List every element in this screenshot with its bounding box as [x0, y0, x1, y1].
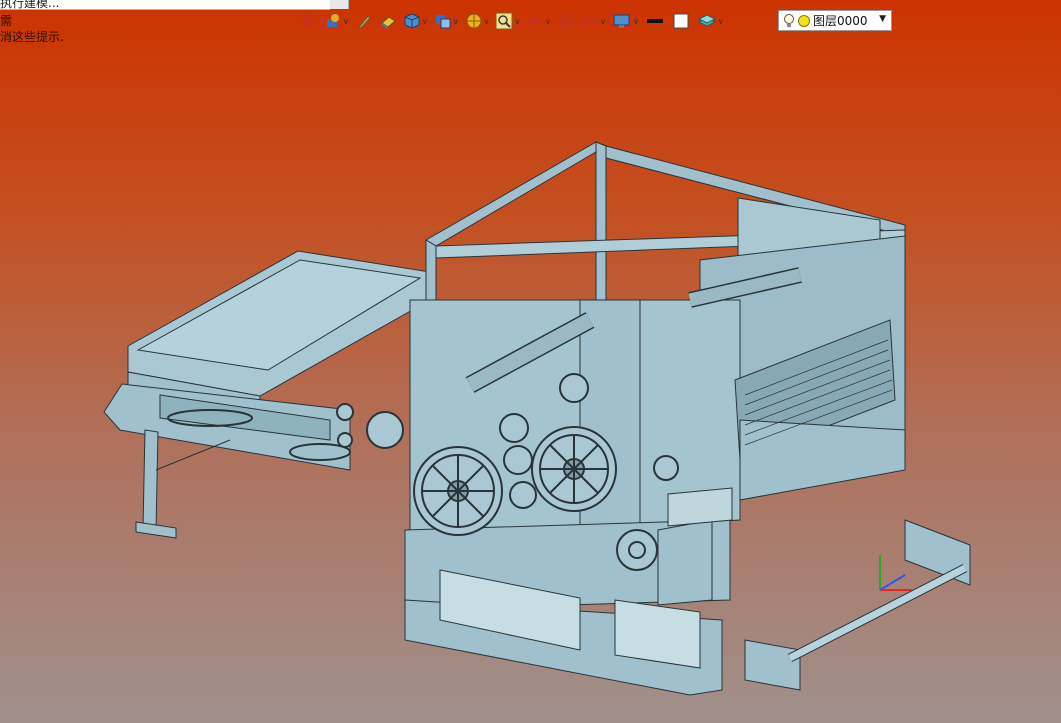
layer-manager-button[interactable]: ∨ [695, 10, 726, 32]
render-style-icon [466, 13, 482, 29]
chevron-down-icon: ∨ [633, 16, 639, 26]
zoom-button[interactable]: ∨ [493, 10, 522, 32]
measure-icon [583, 14, 597, 28]
chevron-down-icon: ∨ [483, 16, 490, 26]
sketch-tools-button[interactable]: ∨ [322, 10, 351, 32]
line-color-icon [646, 19, 663, 23]
exit-sketch-icon [300, 14, 315, 28]
cube-view-icon [404, 13, 420, 29]
hint-line-1: 需 [0, 14, 13, 28]
chevron-down-icon: ∨ [545, 16, 552, 26]
lightbulb-icon[interactable] [783, 13, 795, 29]
eraser-button[interactable] [377, 10, 399, 32]
display-settings-icon [613, 14, 630, 28]
hint-line-2: 消这些提示. [0, 30, 64, 44]
view-orientation-button[interactable]: ∨ [432, 10, 461, 32]
line-color-button[interactable] [643, 10, 667, 32]
view-orientation-icon [435, 15, 451, 29]
eraser-icon [381, 16, 396, 29]
zoom-icon [495, 12, 513, 30]
layer-select[interactable]: 图层0000 ▼ [778, 10, 892, 31]
render-style-button[interactable]: ∨ [463, 10, 492, 32]
section-icon [559, 14, 573, 28]
chevron-down-icon: ∨ [343, 16, 349, 26]
window-title: 执行建模... [0, 0, 60, 10]
dropdown-arrow-icon[interactable]: ▼ [879, 14, 886, 24]
view-toolbar: ∨ ∨ ∨ ∨ ∨ ∨ ∨ ∨ ∨ [296, 9, 726, 33]
layer-status-icon[interactable] [797, 14, 811, 28]
chevron-down-icon: ∨ [514, 16, 521, 26]
measure-button[interactable]: ∨ [579, 10, 608, 32]
chevron-down-icon: ∨ [421, 16, 428, 26]
layer-manager-icon [697, 14, 716, 27]
fill-color-icon [673, 13, 689, 29]
snap-button[interactable]: ∨ [524, 10, 553, 32]
exit-sketch-button[interactable] [296, 10, 320, 32]
chevron-down-icon: ∨ [717, 16, 724, 26]
display-settings-button[interactable]: ∨ [610, 10, 641, 32]
machine-3d-model[interactable] [0, 0, 1061, 723]
pen-button[interactable] [353, 10, 375, 32]
fill-color-button[interactable] [669, 10, 693, 32]
layer-select-value: 图层0000 [813, 14, 868, 28]
window-title-bar: 执行建模... [0, 0, 330, 10]
sketch-tools-icon [327, 14, 339, 27]
section-button[interactable] [555, 10, 577, 32]
cube-view-button[interactable]: ∨ [401, 10, 430, 32]
pen-icon [358, 15, 371, 29]
chevron-down-icon: ∨ [452, 16, 459, 26]
chevron-down-icon: ∨ [600, 16, 607, 26]
snap-icon [528, 14, 543, 28]
title-tab-edge [330, 0, 349, 9]
